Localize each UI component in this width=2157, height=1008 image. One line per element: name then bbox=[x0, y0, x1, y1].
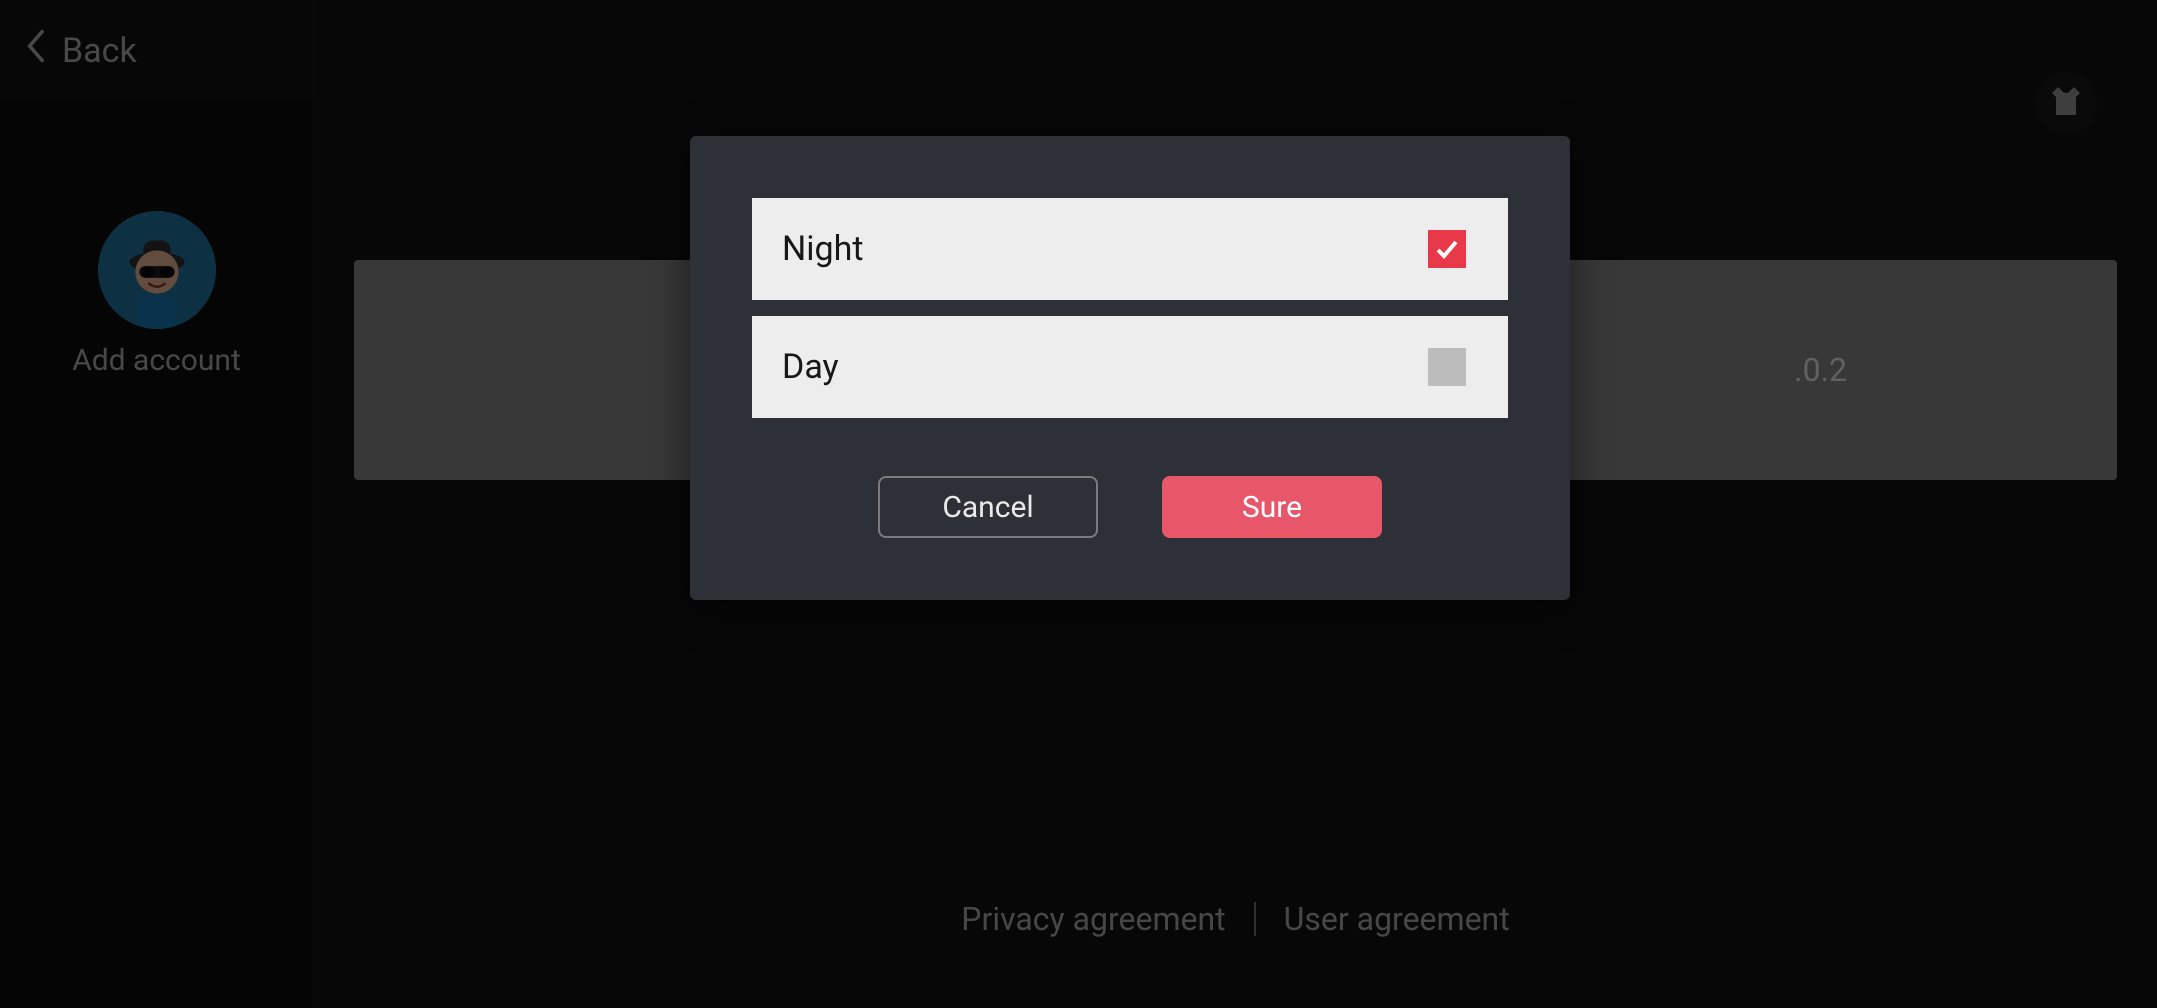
option-label: Night bbox=[782, 229, 863, 269]
option-label: Day bbox=[782, 347, 839, 387]
checkbox-checked-icon bbox=[1428, 230, 1466, 268]
theme-select-dialog: Night Day Cancel Sure bbox=[690, 136, 1570, 600]
cancel-button[interactable]: Cancel bbox=[878, 476, 1098, 538]
dialog-actions: Cancel Sure bbox=[752, 476, 1508, 538]
sure-button[interactable]: Sure bbox=[1162, 476, 1382, 538]
option-day[interactable]: Day bbox=[752, 316, 1508, 418]
option-night[interactable]: Night bbox=[752, 198, 1508, 300]
option-list: Night Day bbox=[752, 198, 1508, 418]
checkbox-unchecked-icon bbox=[1428, 348, 1466, 386]
